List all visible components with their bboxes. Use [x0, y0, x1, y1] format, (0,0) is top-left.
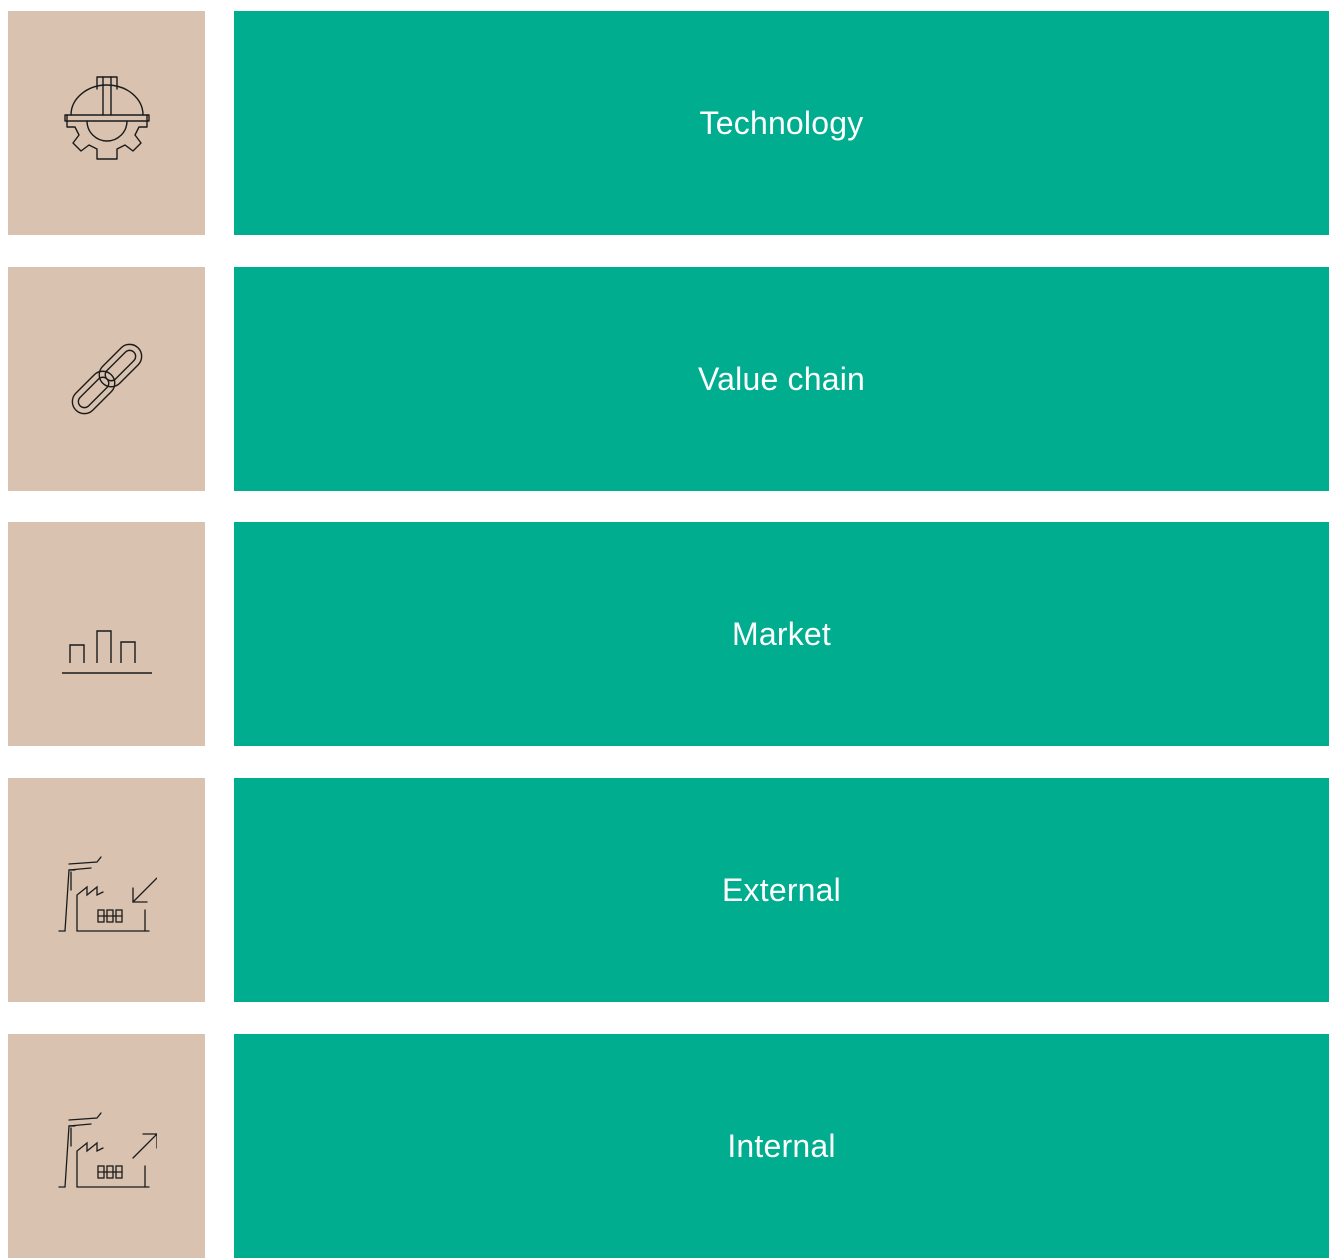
- category-button-value-chain[interactable]: Value chain: [234, 267, 1329, 491]
- category-label: Value chain: [697, 360, 866, 397]
- category-label: Market: [732, 615, 831, 652]
- category-label: Technology: [699, 104, 864, 141]
- chain-link-icon: [57, 329, 157, 429]
- category-row-external: External: [8, 778, 1329, 1002]
- category-row-internal: Internal: [8, 1034, 1329, 1258]
- category-button-market[interactable]: Market: [234, 522, 1329, 746]
- hardhat-gear-icon: [57, 73, 157, 173]
- category-row-technology: Technology: [8, 11, 1329, 235]
- icon-tile: [8, 267, 205, 491]
- category-button-external[interactable]: External: [234, 778, 1329, 1002]
- category-row-market: Market: [8, 522, 1329, 746]
- icon-tile: [8, 778, 205, 1002]
- factory-arrow-in-icon: [57, 840, 157, 940]
- icon-tile: [8, 1034, 205, 1258]
- icon-tile: [8, 11, 205, 235]
- category-label: External: [722, 871, 841, 908]
- category-button-internal[interactable]: Internal: [234, 1034, 1329, 1258]
- bar-chart-icon: [57, 584, 157, 684]
- category-label: Internal: [727, 1127, 836, 1164]
- category-row-value-chain: Value chain: [8, 267, 1329, 491]
- factory-arrow-out-icon: [57, 1096, 157, 1196]
- icon-tile: [8, 522, 205, 746]
- category-button-technology[interactable]: Technology: [234, 11, 1329, 235]
